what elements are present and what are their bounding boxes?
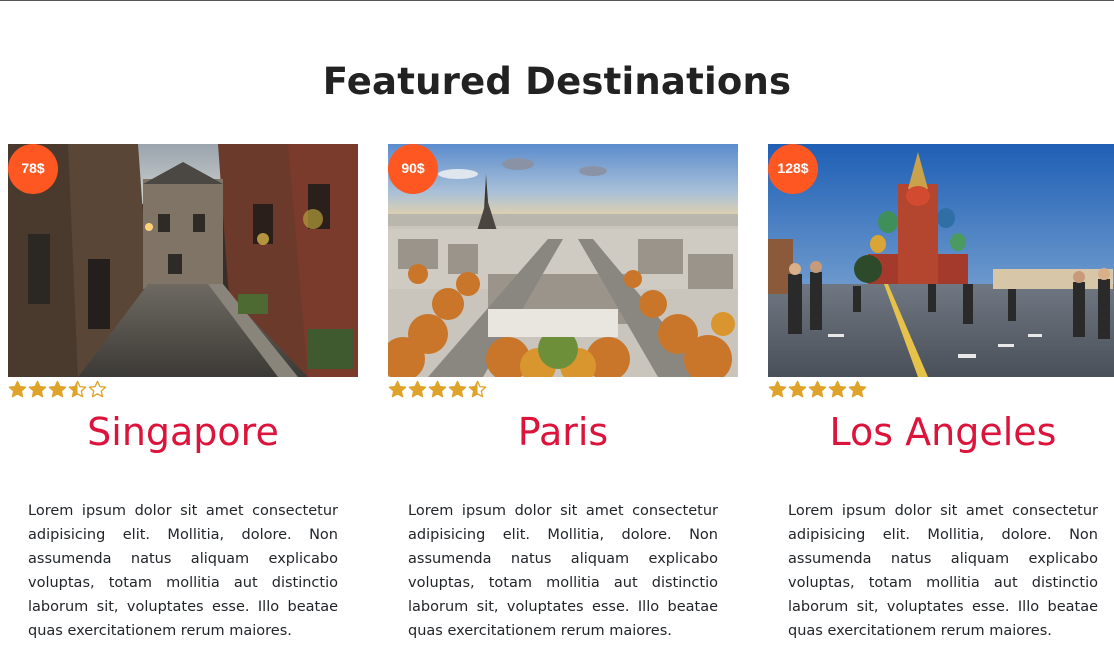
star-full-icon [28, 380, 47, 398]
star-half-icon [68, 380, 87, 398]
star-half-icon [468, 380, 487, 398]
star-full-icon [448, 380, 467, 398]
red-square-cathedral-photo [768, 144, 1114, 377]
star-full-icon [788, 380, 807, 398]
destination-title: Paris [517, 410, 609, 454]
destination-image[interactable]: 90$ [388, 144, 738, 377]
destination-card[interactable]: 78$ Singapore Lorem ipsum dolor sit amet… [8, 144, 358, 643]
destination-title: Los Angeles [829, 410, 1057, 454]
destination-title: Singapore [87, 410, 279, 454]
star-full-icon [428, 380, 447, 398]
star-full-icon [8, 380, 27, 398]
destination-description: Lorem ipsum dolor sit amet consectetur a… [28, 503, 338, 639]
top-divider [0, 0, 1114, 1]
star-full-icon [848, 380, 867, 398]
cobblestone-street-photo [8, 144, 358, 377]
star-full-icon [828, 380, 847, 398]
price-badge: 128$ [768, 144, 818, 194]
star-full-icon [408, 380, 427, 398]
destination-card[interactable]: 90$ Paris Lorem ipsum dolor sit amet con… [388, 144, 738, 643]
destination-card[interactable]: 128$ Los Angeles Lorem ipsum dolor sit a… [768, 144, 1114, 643]
star-rating [388, 380, 738, 402]
destination-image[interactable]: 78$ [8, 144, 358, 377]
star-rating [768, 380, 1114, 402]
destination-description: Lorem ipsum dolor sit amet consectetur a… [788, 503, 1098, 639]
destination-image[interactable]: 128$ [768, 144, 1114, 377]
price-badge: 78$ [8, 144, 58, 194]
star-full-icon [48, 380, 67, 398]
star-full-icon [808, 380, 827, 398]
price-badge: 90$ [388, 144, 438, 194]
star-empty-icon [88, 380, 107, 398]
star-full-icon [388, 380, 407, 398]
star-rating [8, 380, 358, 402]
star-full-icon [768, 380, 787, 398]
destination-description: Lorem ipsum dolor sit amet consectetur a… [408, 503, 718, 639]
section-title: Featured Destinations [322, 60, 792, 103]
paris-eiffel-tower-photo [388, 144, 738, 377]
